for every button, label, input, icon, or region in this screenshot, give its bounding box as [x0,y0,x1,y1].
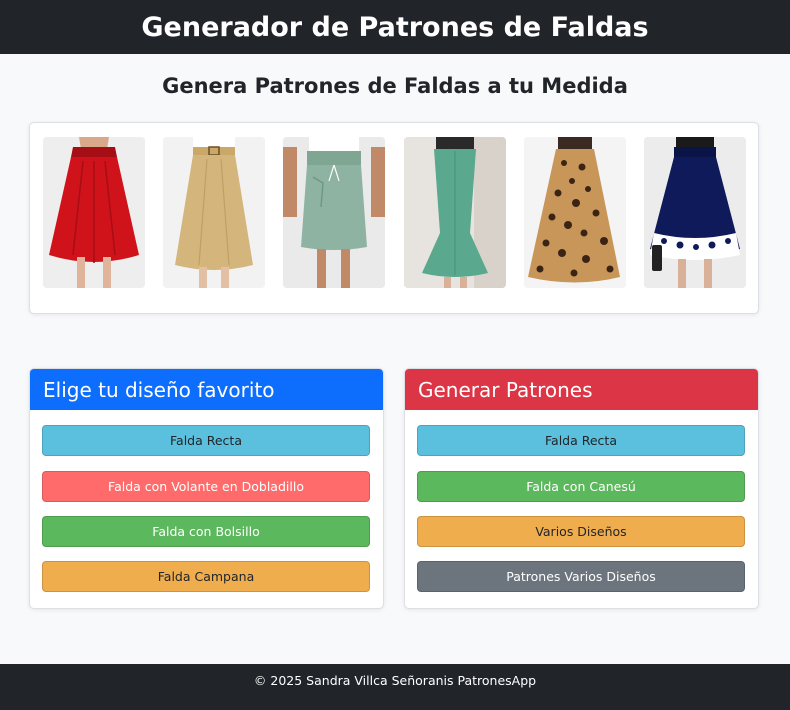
pattern-card: Generar Patrones Falda Recta Falda con C… [404,368,759,609]
design-card: Elige tu diseño favorito Falda Recta Fal… [29,368,384,609]
app-title: Generador de Patrones de Faldas [141,11,649,43]
design-button-falda-campana[interactable]: Falda Campana [42,561,370,592]
app-header: Generador de Patrones de Faldas [0,0,790,54]
design-button-falda-volante[interactable]: Falda con Volante en Dobladillo [42,471,370,502]
skirt-image-khaki-belt[interactable] [163,137,265,288]
app-footer: © 2025 Sandra Villca Señoranis PatronesA… [0,664,790,710]
pattern-button-falda-recta[interactable]: Falda Recta [417,425,745,456]
design-button-falda-recta[interactable]: Falda Recta [42,425,370,456]
design-button-falda-bolsillo[interactable]: Falda con Bolsillo [42,516,370,547]
design-card-title: Elige tu diseño favorito [43,377,275,402]
page-subtitle: Genera Patrones de Faldas a tu Medida [162,74,628,98]
skirt-image-teal-mermaid[interactable] [404,137,506,288]
skirt-image-sage-pocket[interactable] [283,137,385,288]
skirt-image-leopard-maxi[interactable] [524,137,626,288]
design-card-header: Elige tu diseño favorito [30,369,383,410]
pattern-button-varios-disenos[interactable]: Varios Diseños [417,516,745,547]
pattern-card-header: Generar Patrones [405,369,758,410]
skirt-gallery [29,122,759,314]
skirt-image-navy-floral[interactable] [644,137,746,288]
pattern-button-patrones-varios[interactable]: Patrones Varios Diseños [417,561,745,592]
skirt-image-red-flare[interactable] [43,137,145,288]
footer-copyright: © 2025 Sandra Villca Señoranis PatronesA… [253,672,537,688]
pattern-card-title: Generar Patrones [418,377,593,402]
pattern-button-falda-canesu[interactable]: Falda con Canesú [417,471,745,502]
